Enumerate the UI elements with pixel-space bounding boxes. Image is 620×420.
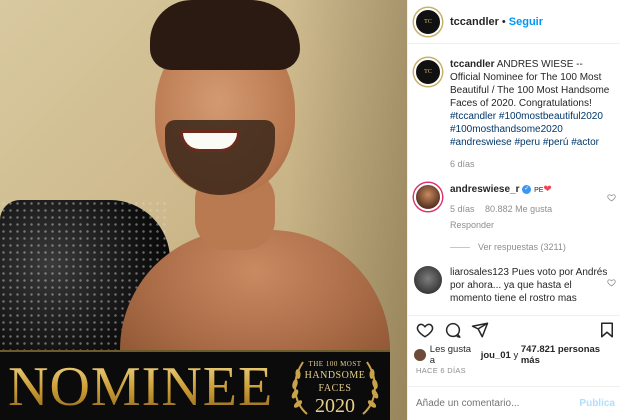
nominee-banner: NOMINEE THE 100 MOST HANDSOME FACES 2020 xyxy=(0,350,390,420)
hashtag[interactable]: #tccandler xyxy=(450,111,496,122)
likes-count[interactable]: 747.821 personas más xyxy=(521,344,620,366)
view-replies-label[interactable]: Ver respuestas (3211) xyxy=(478,242,566,252)
hashtag[interactable]: #100mosthandsome2020 xyxy=(450,124,563,135)
caption-avatar-monogram: TC xyxy=(424,69,432,75)
header-separator: • xyxy=(501,15,506,28)
hashtag[interactable]: #perú xyxy=(543,137,569,148)
commenter-username[interactable]: liarosales123 xyxy=(450,267,509,278)
comment-input[interactable] xyxy=(416,398,566,409)
publish-button[interactable]: Publica xyxy=(579,398,615,409)
award-line-3: FACES xyxy=(318,383,352,394)
caption-username[interactable]: tccandler xyxy=(450,59,494,70)
award-line-2: HANDSOME xyxy=(304,370,366,381)
nominee-text: NOMINEE xyxy=(8,356,274,418)
commenter-username[interactable]: andreswiese_r xyxy=(450,184,520,195)
model-smile xyxy=(180,130,240,152)
comment-item: liarosales123 Pues voto por Andrés por a… xyxy=(408,252,620,305)
like-heart-icon[interactable] xyxy=(416,321,434,339)
comment-bubble-icon[interactable] xyxy=(444,321,462,339)
verified-badge-icon: ✓ xyxy=(522,184,532,194)
liker-avatar[interactable] xyxy=(414,349,426,361)
award-title: THE 100 MOST HANDSOME FACES 2020 xyxy=(290,360,380,418)
comment-likes[interactable]: 80.882 Me gusta xyxy=(485,204,552,214)
caption-time[interactable]: 6 días xyxy=(450,158,614,171)
comment-text: PE xyxy=(534,187,544,194)
follow-button[interactable]: Seguir xyxy=(509,16,543,28)
liker-username[interactable]: jou_01 xyxy=(481,350,511,361)
commenter-avatar[interactable] xyxy=(414,266,442,294)
post-timestamp[interactable]: HACE 6 DÍAS xyxy=(416,366,466,375)
post-sidebar: TC tccandler • Seguir TC tccandler ANDRE… xyxy=(407,0,620,420)
post-header: TC tccandler • Seguir xyxy=(408,0,620,44)
comment-time[interactable]: 5 días xyxy=(450,204,475,214)
award-year: 2020 xyxy=(315,395,355,417)
comment-like-icon[interactable] xyxy=(607,193,616,202)
avatar-monogram: TC xyxy=(424,18,432,25)
comment-body: liarosales123 Pues voto por Andrés por a… xyxy=(450,266,610,305)
author-username[interactable]: tccandler xyxy=(450,16,499,28)
likes-summary: Les gusta a jou_01 y 747.821 personas má… xyxy=(414,344,620,366)
likes-prefix: Les gusta a xyxy=(429,344,471,366)
hashtag[interactable]: #actor xyxy=(571,137,599,148)
action-bar xyxy=(408,315,620,345)
reply-button[interactable]: Responder xyxy=(450,219,610,232)
caption-avatar[interactable]: TC xyxy=(414,58,442,86)
view-replies-button[interactable]: Ver respuestas (3211) xyxy=(408,232,620,252)
red-heart-emoji: ❤ xyxy=(543,184,552,195)
author-avatar[interactable]: TC xyxy=(414,7,442,36)
award-line-1: THE 100 MOST xyxy=(308,360,362,368)
hashtag[interactable]: #peru xyxy=(515,137,541,148)
hashtag[interactable]: #andreswiese xyxy=(450,137,512,148)
caption-body: tccandler ANDRES WIESE -- Official Nomin… xyxy=(450,58,614,171)
comment-body: andreswiese_r ✓ PE❤ 5 días 80.882 Me gus… xyxy=(450,183,610,232)
commenter-avatar[interactable] xyxy=(414,183,442,211)
replies-divider xyxy=(450,246,470,248)
likes-joiner: y xyxy=(513,349,519,361)
add-comment-bar: Publica xyxy=(408,386,620,420)
post-image[interactable]: NOMINEE THE 100 MOST HANDSOME FACES 2020 xyxy=(0,0,407,420)
bookmark-icon[interactable] xyxy=(598,321,616,339)
comment-item: andreswiese_r ✓ PE❤ 5 días 80.882 Me gus… xyxy=(408,171,620,232)
post-caption: TC tccandler ANDRES WIESE -- Official No… xyxy=(408,44,620,171)
model-hair xyxy=(150,0,300,70)
share-plane-icon[interactable] xyxy=(471,321,489,339)
comment-like-icon[interactable] xyxy=(607,278,616,287)
comment-meta: 5 días 80.882 Me gusta xyxy=(450,203,610,216)
hashtag[interactable]: #100mostbeautiful2020 xyxy=(499,111,603,122)
